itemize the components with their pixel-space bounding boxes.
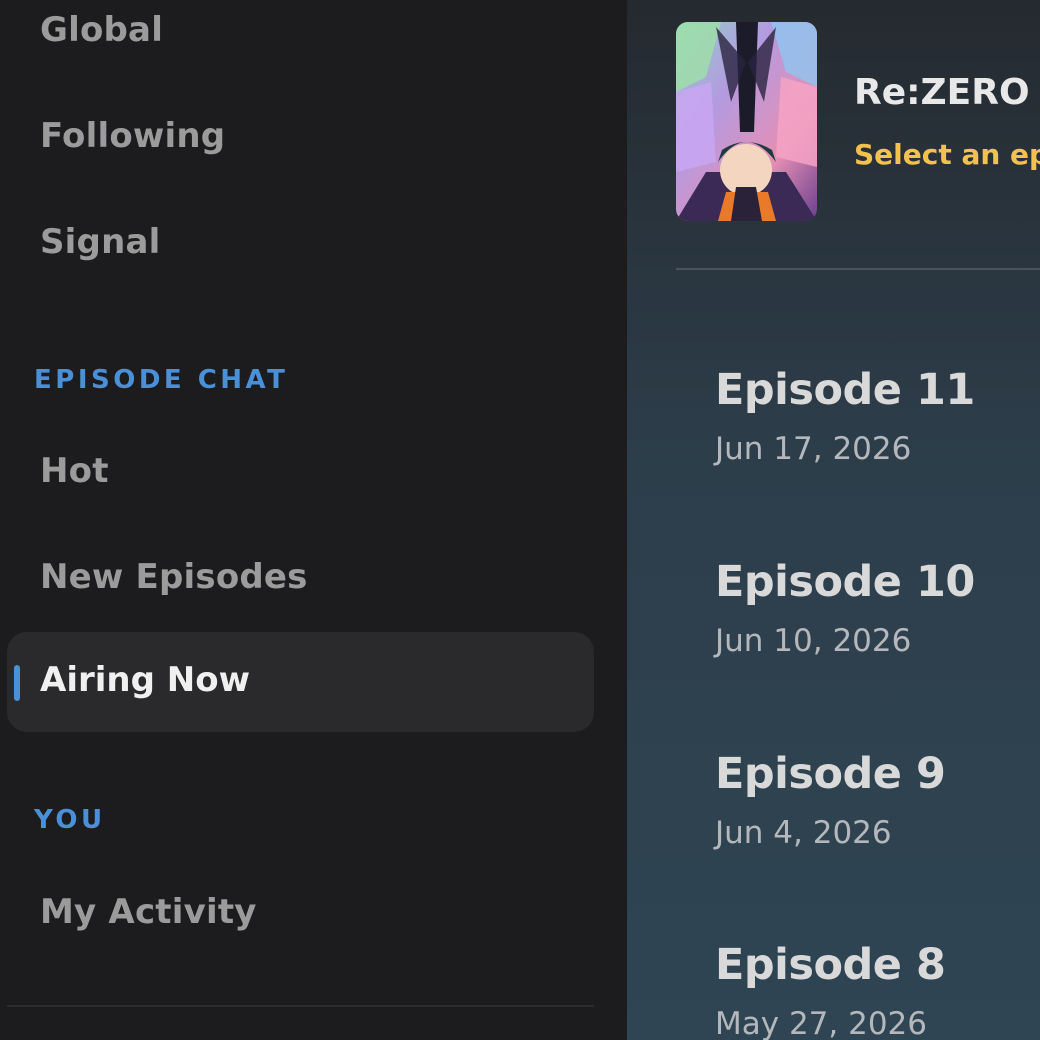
active-indicator	[14, 665, 20, 701]
episode-title: Episode 9	[715, 749, 946, 799]
sidebar-item-signal[interactable]: Signal	[40, 222, 160, 262]
app-window: Global Following Signal EPISODE CHAT Hot…	[0, 0, 1040, 1040]
sidebar-item-new-episodes[interactable]: New Episodes	[40, 557, 308, 597]
episode-date: Jun 10, 2026	[715, 623, 912, 659]
sidebar-item-label: Airing Now	[40, 660, 250, 700]
sidebar-item-hot[interactable]: Hot	[40, 451, 109, 491]
show-poster[interactable]	[676, 22, 817, 221]
episode-select-prompt: Select an ep	[854, 138, 1040, 171]
main-panel: Re:ZERO - Select an ep Episode 11 Jun 17…	[627, 0, 1040, 1040]
episode-item-8[interactable]: Episode 8 May 27, 2026	[715, 940, 1035, 1040]
sidebar-item-my-activity[interactable]: My Activity	[40, 892, 257, 932]
sidebar-item-global[interactable]: Global	[40, 10, 163, 50]
header-divider	[676, 268, 1040, 270]
episode-date: May 27, 2026	[715, 1006, 927, 1040]
sidebar: Global Following Signal EPISODE CHAT Hot…	[0, 0, 627, 1040]
section-header-episode-chat: EPISODE CHAT	[34, 365, 289, 395]
episode-date: Jun 4, 2026	[715, 815, 892, 851]
sidebar-divider	[7, 1005, 594, 1007]
poster-artwork-icon	[676, 22, 817, 221]
sidebar-item-following[interactable]: Following	[40, 116, 225, 156]
episode-item-9[interactable]: Episode 9 Jun 4, 2026	[715, 749, 1035, 869]
episode-title: Episode 11	[715, 365, 975, 415]
episode-title: Episode 8	[715, 940, 946, 990]
episode-date: Jun 17, 2026	[715, 431, 912, 467]
show-title: Re:ZERO -	[854, 72, 1040, 113]
sidebar-item-airing-now[interactable]: Airing Now	[7, 632, 594, 732]
episode-title: Episode 10	[715, 557, 975, 607]
section-header-you: YOU	[34, 805, 106, 835]
episode-item-10[interactable]: Episode 10 Jun 10, 2026	[715, 557, 1035, 677]
episode-item-11[interactable]: Episode 11 Jun 17, 2026	[715, 365, 1035, 485]
